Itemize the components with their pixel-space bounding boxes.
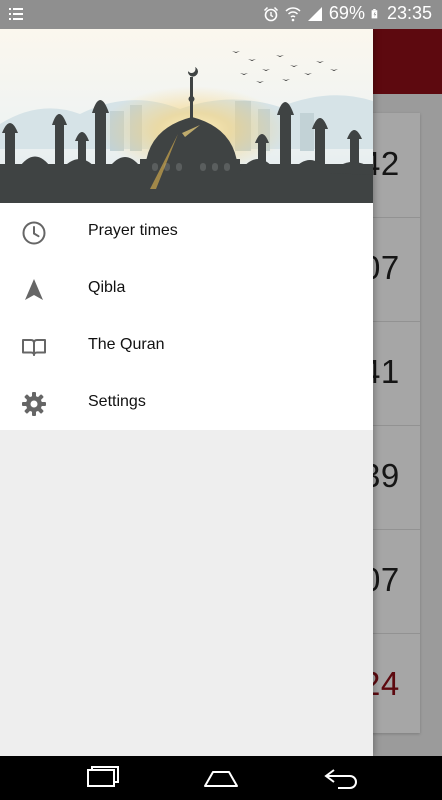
- book-icon: [22, 339, 46, 356]
- list-icon: [9, 8, 23, 20]
- home-icon[interactable]: [201, 766, 241, 790]
- clock-time: 23:35: [386, 3, 432, 23]
- drawer-menu: Prayer times Qibla The Quran Settings: [0, 203, 373, 430]
- navigation-arrow-icon: [25, 279, 43, 300]
- battery-percent: 69%: [328, 3, 365, 23]
- status-bar: 69% 23:35: [0, 0, 442, 29]
- menu-item-the-quran[interactable]: The Quran: [0, 317, 373, 374]
- menu-item-qibla[interactable]: Qibla: [0, 260, 373, 317]
- status-icons: 69% 23:35: [263, 3, 432, 24]
- menu-item-label: Qibla: [88, 279, 126, 296]
- alarm-icon: [263, 6, 278, 21]
- battery-icon: [371, 8, 378, 18]
- menu-item-label: Prayer times: [88, 222, 178, 239]
- navigation-drawer: Prayer times Qibla The Quran Settings: [0, 29, 373, 756]
- system-navigation-bar: [0, 756, 442, 800]
- menu-item-label: The Quran: [88, 336, 165, 353]
- menu-item-settings[interactable]: Settings: [0, 374, 373, 431]
- clock-icon: [22, 221, 46, 245]
- gear-icon: [22, 392, 46, 416]
- mosque-skyline-header-image: [0, 29, 373, 203]
- menu-item-label: Settings: [88, 393, 146, 410]
- wifi-icon: [285, 6, 301, 21]
- recents-icon[interactable]: [82, 766, 122, 790]
- back-icon[interactable]: [322, 766, 362, 790]
- signal-icon: [307, 6, 322, 21]
- menu-item-prayer-times[interactable]: Prayer times: [0, 203, 373, 260]
